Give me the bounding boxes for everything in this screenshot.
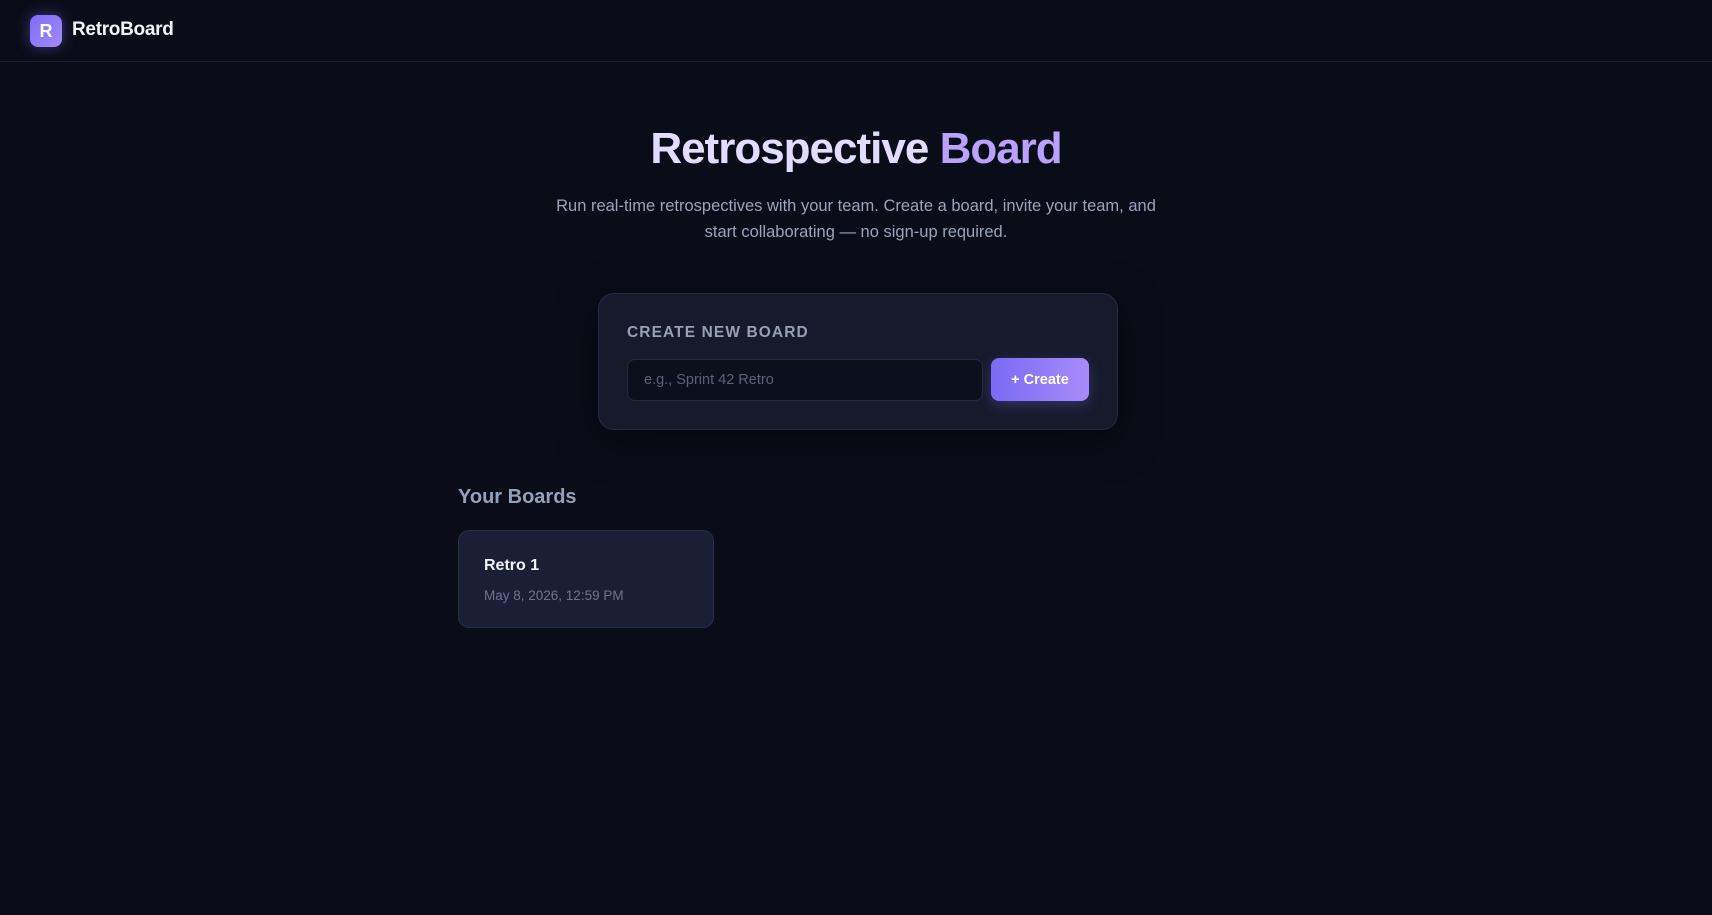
board-date: May 8, 2026, 12:59 PM [484, 588, 624, 603]
top-nav-bar: R RetroBoard [0, 0, 1712, 62]
page-subtitle: Run real-time retrospectives with your t… [556, 197, 1156, 241]
page-title-part2: Board [939, 124, 1063, 173]
your-boards-heading: Your Boards [458, 486, 577, 508]
page-title-part1: Retrospective [650, 124, 929, 173]
app-logo-badge[interactable]: R [30, 15, 62, 47]
create-board-label: CREATE NEW BOARD [627, 324, 809, 341]
board-card[interactable]: Retro 1 May 8, 2026, 12:59 PM [458, 530, 714, 628]
create-board-button[interactable]: + Create [991, 358, 1089, 401]
board-name-input[interactable] [627, 359, 983, 401]
app-name[interactable]: RetroBoard [72, 19, 174, 41]
board-name: Retro 1 [484, 557, 540, 574]
page-title: Retrospective Board [0, 124, 1712, 174]
create-board-card: CREATE NEW BOARD + Create [598, 293, 1118, 430]
